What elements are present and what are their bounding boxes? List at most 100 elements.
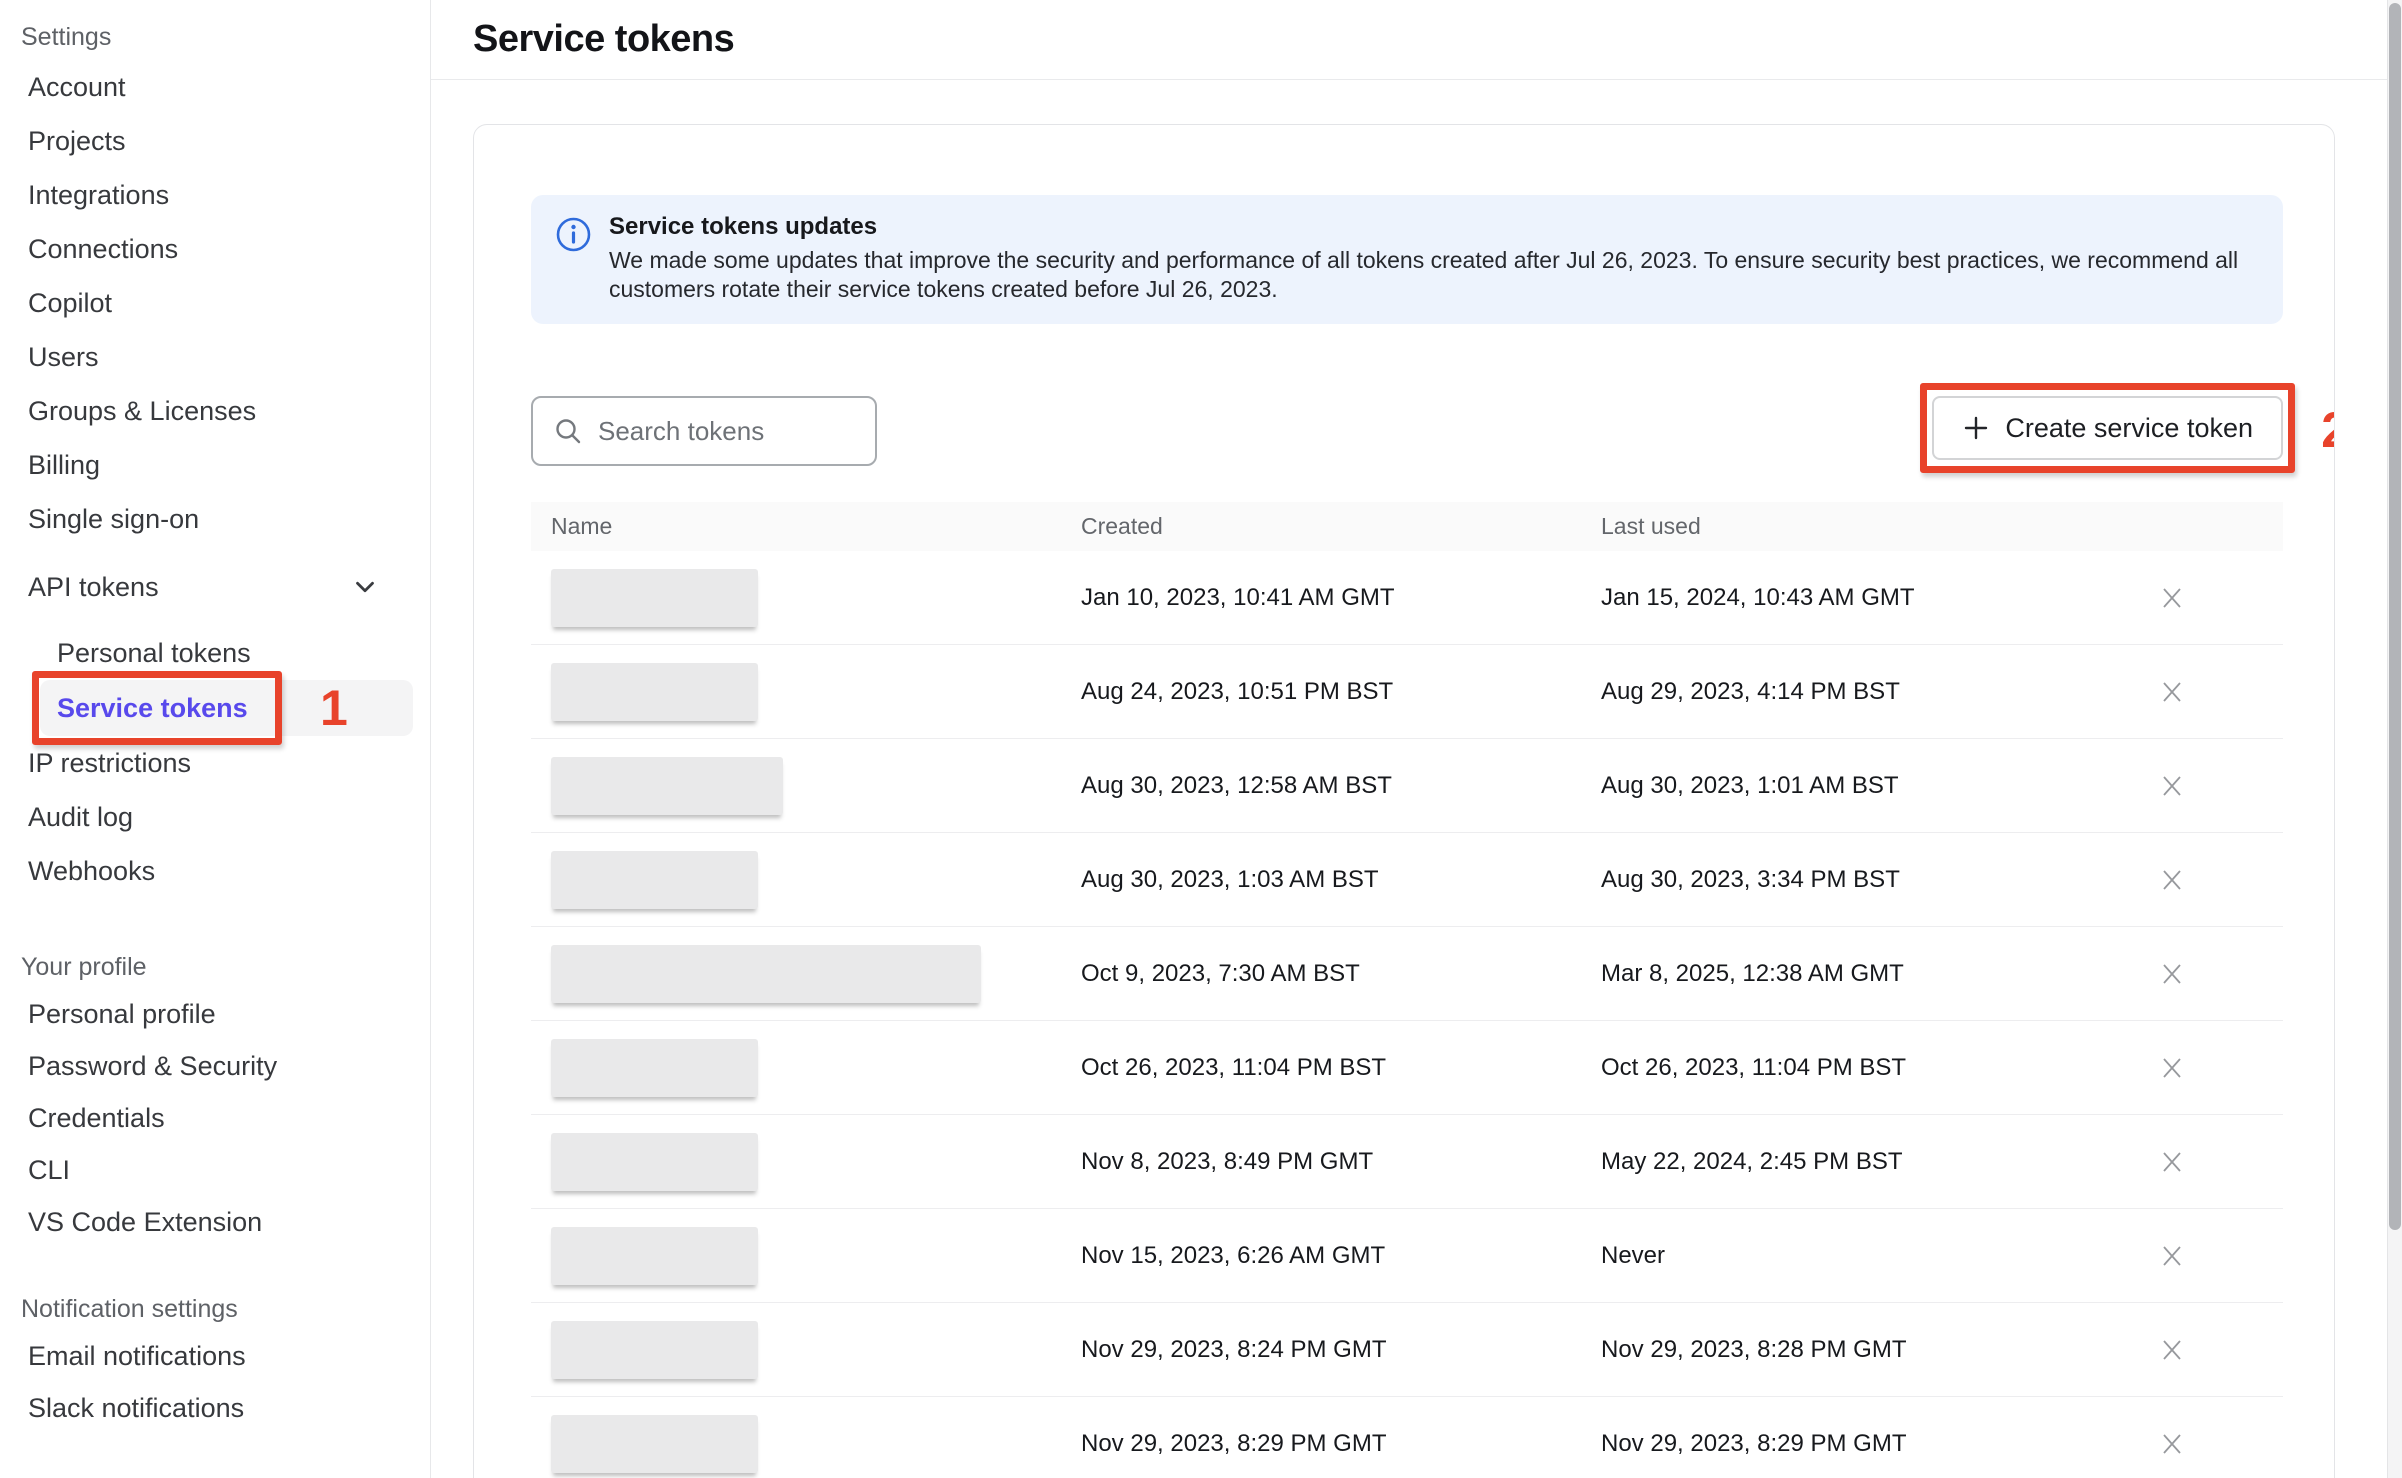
service-tokens-card: Service tokens updates We made some upda…	[473, 124, 2335, 1478]
create-button-label: Create service token	[2005, 413, 2253, 444]
token-name-cell	[531, 757, 1081, 815]
token-last-used: May 22, 2024, 2:45 PM BST	[1601, 1148, 2061, 1176]
delete-cell	[2061, 1237, 2283, 1275]
sidebar-item-label: API tokens	[28, 572, 159, 603]
delete-token-button[interactable]	[2153, 1237, 2191, 1275]
sidebar-section-settings: Settings	[0, 22, 430, 52]
delete-cell	[2061, 1143, 2283, 1181]
sidebar-item-service-tokens[interactable]: Service tokens 1	[40, 680, 413, 736]
delete-token-button[interactable]	[2153, 1143, 2191, 1181]
sidebar-item-api-tokens[interactable]: API tokens	[0, 560, 430, 614]
sidebar-item-projects[interactable]: Projects	[0, 114, 430, 168]
token-created: Aug 30, 2023, 12:58 AM BST	[1081, 772, 1601, 800]
sidebar-item-copilot[interactable]: Copilot	[0, 276, 430, 330]
sidebar-item-password-security[interactable]: Password & Security	[0, 1040, 430, 1092]
delete-token-button[interactable]	[2153, 1331, 2191, 1369]
table-row: Nov 29, 2023, 8:29 PM GMT Nov 29, 2023, …	[531, 1397, 2283, 1478]
app-root: Settings Account Projects Integrations C…	[0, 0, 2402, 1478]
annotation-step-1: 1	[320, 679, 348, 737]
token-name-cell	[531, 851, 1081, 909]
token-name-cell	[531, 1039, 1081, 1097]
settings-sidebar: Settings Account Projects Integrations C…	[0, 0, 431, 1478]
delete-cell	[2061, 673, 2283, 711]
sidebar-item-audit-log[interactable]: Audit log	[0, 790, 430, 844]
sidebar-item-integrations[interactable]: Integrations	[0, 168, 430, 222]
token-created: Oct 26, 2023, 11:04 PM BST	[1081, 1054, 1601, 1082]
toolbar: Create service token 2	[531, 396, 2283, 466]
delete-token-button[interactable]	[2153, 955, 2191, 993]
column-header-created: Created	[1081, 513, 1601, 540]
sidebar-item-personal-tokens[interactable]: Personal tokens	[0, 626, 430, 680]
delete-token-button[interactable]	[2153, 579, 2191, 617]
banner-text: Service tokens updates We made some upda…	[609, 213, 2253, 304]
page-header: Service tokens	[431, 0, 2402, 80]
sidebar-item-slack-notifications[interactable]: Slack notifications	[0, 1382, 430, 1434]
token-name-redacted	[551, 1415, 758, 1473]
scrollbar-thumb[interactable]	[2389, 3, 2401, 1230]
annotation-step-2: 2	[2321, 401, 2335, 459]
delete-token-button[interactable]	[2153, 1425, 2191, 1463]
sidebar-item-connections[interactable]: Connections	[0, 222, 430, 276]
banner-body: We made some updates that improve the se…	[609, 246, 2253, 304]
sidebar-section-your-profile: Your profile	[0, 952, 430, 982]
sidebar-item-ip-restrictions[interactable]: IP restrictions	[0, 736, 430, 790]
token-name-cell	[531, 1133, 1081, 1191]
sidebar-item-label: Service tokens	[57, 693, 248, 724]
token-name-redacted	[551, 1039, 758, 1097]
delete-token-button[interactable]	[2153, 1049, 2191, 1087]
sidebar-item-groups-licenses[interactable]: Groups & Licenses	[0, 384, 430, 438]
token-name-cell	[531, 663, 1081, 721]
sidebar-item-account[interactable]: Account	[0, 60, 430, 114]
token-created: Nov 29, 2023, 8:29 PM GMT	[1081, 1430, 1601, 1458]
sidebar-item-email-notifications[interactable]: Email notifications	[0, 1330, 430, 1382]
table-row: Nov 29, 2023, 8:24 PM GMT Nov 29, 2023, …	[531, 1303, 2283, 1397]
tokens-table: Name Created Last used Jan 10, 2023, 10:…	[531, 502, 2283, 1478]
sidebar-item-credentials[interactable]: Credentials	[0, 1092, 430, 1144]
sidebar-item-cli[interactable]: CLI	[0, 1144, 430, 1196]
token-created: Nov 29, 2023, 8:24 PM GMT	[1081, 1336, 1601, 1364]
token-last-used: Nov 29, 2023, 8:28 PM GMT	[1601, 1336, 2061, 1364]
token-last-used: Aug 30, 2023, 3:34 PM BST	[1601, 866, 2061, 894]
sidebar-item-personal-profile[interactable]: Personal profile	[0, 988, 430, 1040]
banner-title: Service tokens updates	[609, 213, 2253, 241]
delete-token-button[interactable]	[2153, 767, 2191, 805]
delete-cell	[2061, 767, 2283, 805]
search-box	[531, 396, 877, 466]
token-name-redacted	[551, 569, 758, 627]
search-input[interactable]	[598, 416, 857, 447]
delete-cell	[2061, 579, 2283, 617]
table-row: Aug 30, 2023, 12:58 AM BST Aug 30, 2023,…	[531, 739, 2283, 833]
vertical-scrollbar[interactable]	[2387, 0, 2402, 1478]
sidebar-item-billing[interactable]: Billing	[0, 438, 430, 492]
token-last-used: Never	[1601, 1242, 2061, 1270]
token-last-used: Aug 30, 2023, 1:01 AM BST	[1601, 772, 2061, 800]
sidebar-item-vs-code-extension[interactable]: VS Code Extension	[0, 1196, 430, 1248]
table-row: Oct 26, 2023, 11:04 PM BST Oct 26, 2023,…	[531, 1021, 2283, 1115]
delete-token-button[interactable]	[2153, 673, 2191, 711]
table-row: Aug 30, 2023, 1:03 AM BST Aug 30, 2023, …	[531, 833, 2283, 927]
token-name-cell	[531, 945, 1081, 1003]
table-row: Aug 24, 2023, 10:51 PM BST Aug 29, 2023,…	[531, 645, 2283, 739]
table-header: Name Created Last used	[531, 502, 2283, 551]
token-created: Oct 9, 2023, 7:30 AM BST	[1081, 960, 1601, 988]
token-name-redacted	[551, 945, 981, 1003]
token-name-cell	[531, 1227, 1081, 1285]
main-content: Service tokens Service tokens updates We…	[431, 0, 2402, 1478]
sidebar-item-users[interactable]: Users	[0, 330, 430, 384]
sidebar-section-notification-settings: Notification settings	[0, 1294, 430, 1324]
delete-token-button[interactable]	[2153, 861, 2191, 899]
delete-cell	[2061, 1425, 2283, 1463]
token-name-cell	[531, 1415, 1081, 1473]
token-name-redacted	[551, 851, 758, 909]
sidebar-item-single-sign-on[interactable]: Single sign-on	[0, 492, 430, 546]
sidebar-item-webhooks[interactable]: Webhooks	[0, 844, 430, 898]
table-row: Jan 10, 2023, 10:41 AM GMT Jan 15, 2024,…	[531, 551, 2283, 645]
delete-cell	[2061, 1049, 2283, 1087]
create-service-token-button[interactable]: Create service token	[1932, 396, 2283, 460]
table-row: Oct 9, 2023, 7:30 AM BST Mar 8, 2025, 12…	[531, 927, 2283, 1021]
token-created: Jan 10, 2023, 10:41 AM GMT	[1081, 584, 1601, 612]
token-last-used: Jan 15, 2024, 10:43 AM GMT	[1601, 584, 2061, 612]
delete-cell	[2061, 955, 2283, 993]
info-icon	[555, 216, 592, 304]
plus-icon	[1962, 414, 1990, 442]
